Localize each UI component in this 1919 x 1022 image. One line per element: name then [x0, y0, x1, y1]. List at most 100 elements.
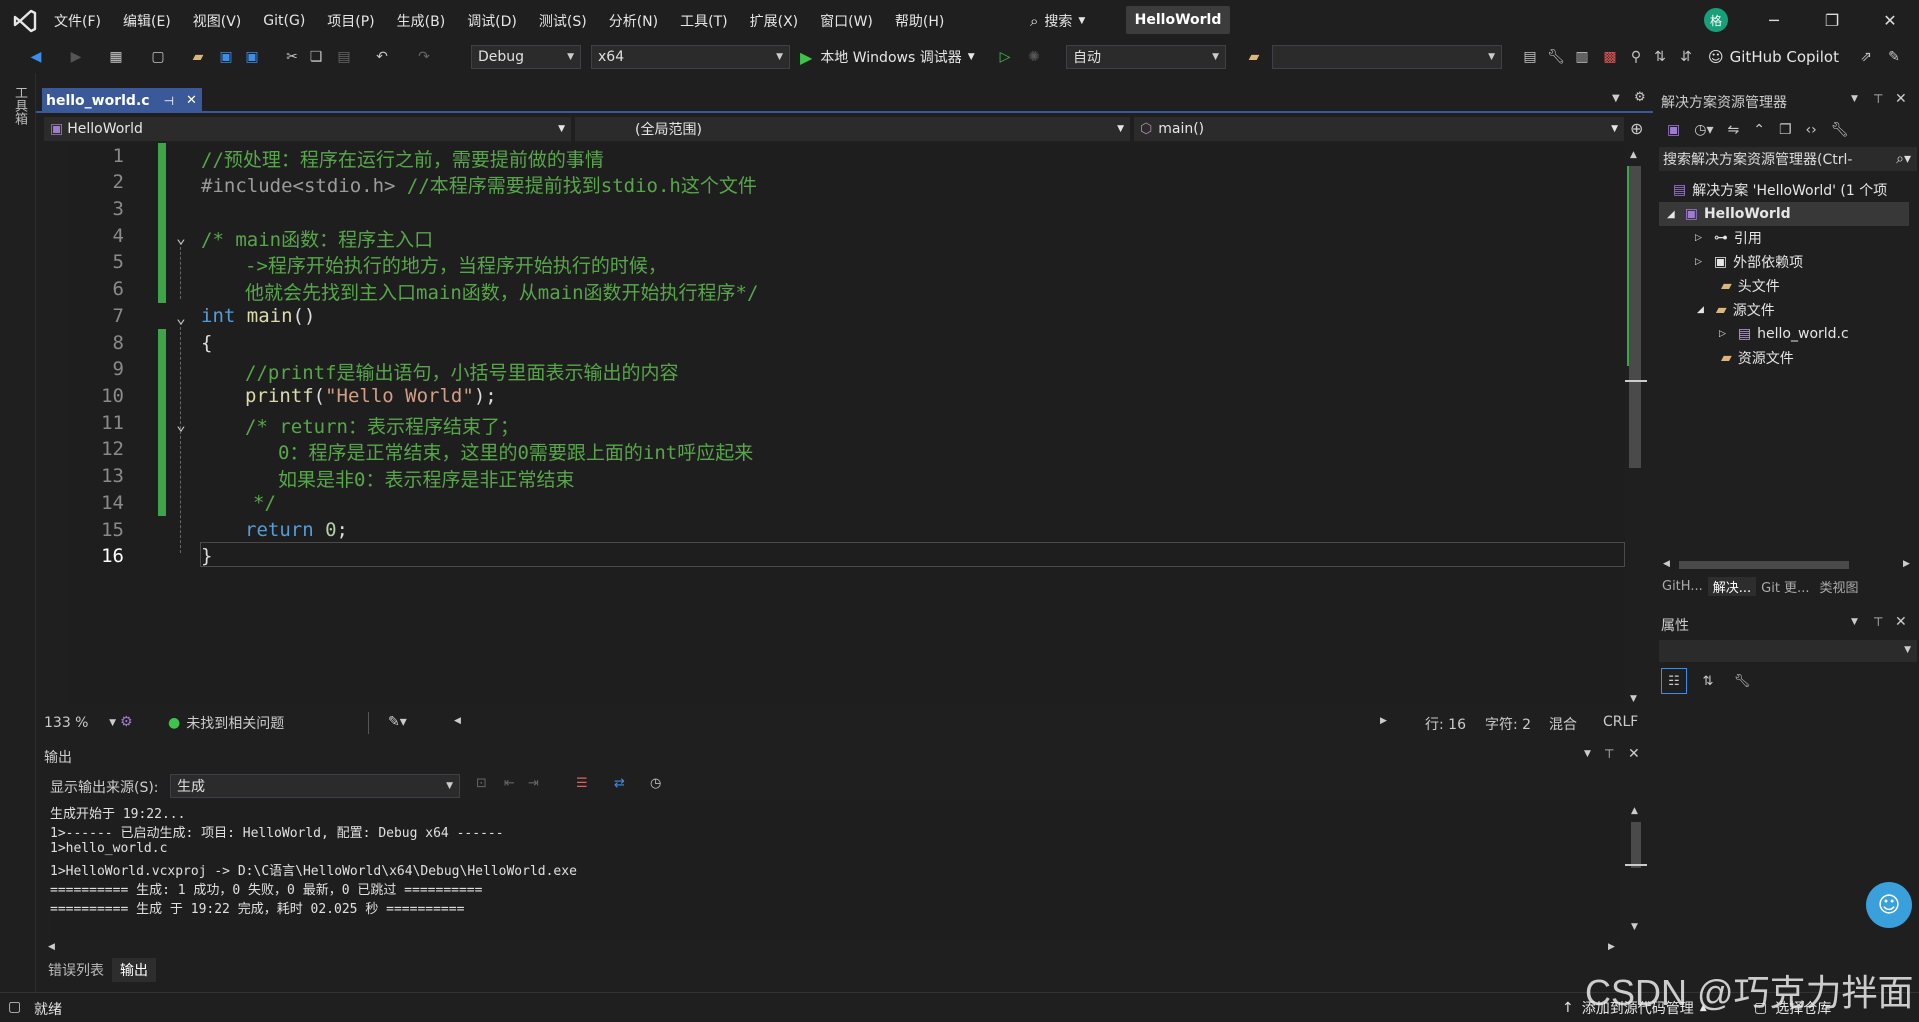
sort-icon[interactable]: ⇅ [1650, 47, 1670, 67]
categorized-icon[interactable]: ☷ [1661, 668, 1687, 694]
scroll-left-icon[interactable]: ◀ [454, 716, 461, 726]
solution-config-icon[interactable]: ▤ [1520, 47, 1540, 67]
undo-icon[interactable]: ↶ [372, 47, 392, 67]
save-all-icon[interactable]: ▣ [242, 47, 262, 67]
tab-output[interactable]: 输出 [112, 958, 156, 982]
cut-icon[interactable]: ✂ [282, 47, 302, 67]
scroll-right-icon[interactable]: ▶ [1903, 559, 1910, 569]
nav-function-select[interactable]: ⬡ main() ▼ [1134, 117, 1624, 141]
minimize-button[interactable]: ─ [1745, 0, 1803, 41]
code-editor[interactable]: 1 2 3 4 5 6 7 8 9 10 11 12 13 14 15 16 ⌄… [68, 143, 1625, 705]
close-icon[interactable]: ✕ [1628, 746, 1640, 762]
clear-all-icon[interactable]: ☰ [576, 776, 588, 791]
tree-references[interactable]: ▷ ⊶ 引用 [1695, 226, 1762, 250]
forward-icon[interactable]: ▶ [66, 47, 86, 67]
tab-github[interactable]: GitH... [1657, 579, 1708, 594]
scroll-left-icon[interactable]: ◀ [1663, 559, 1670, 569]
paste-icon[interactable]: ▤ [334, 47, 354, 67]
redo-icon[interactable]: ↷ [414, 47, 434, 67]
chevron-down-icon[interactable]: ▼ [1851, 617, 1858, 627]
pin-icon[interactable]: ⊤ [1604, 747, 1614, 761]
scroll-right-icon[interactable]: ▶ [1380, 716, 1387, 726]
wrench-icon[interactable]: 🔧︎ [1546, 47, 1566, 67]
code-view-icon[interactable]: ‹› [1806, 122, 1817, 138]
tab-list-icon[interactable]: ▼ [1612, 93, 1620, 104]
pin-icon[interactable]: ⊤ [1873, 92, 1883, 106]
word-wrap-icon[interactable]: ⇄ [614, 776, 625, 791]
history-icon[interactable]: ◷▾ [1694, 122, 1713, 138]
wrench-icon[interactable]: 🔧︎ [1831, 122, 1849, 138]
tree-hello-world-c[interactable]: ▷ ▤ hello_world.c [1719, 322, 1849, 346]
pin-icon[interactable]: ⊤ [1873, 615, 1883, 629]
menu-help[interactable]: 帮助(H) [884, 0, 955, 41]
clock-icon[interactable]: ◷ [650, 776, 661, 791]
property-pages-icon[interactable]: 🔧︎ [1729, 668, 1755, 694]
start-without-debug-icon[interactable]: ▷ [995, 47, 1015, 67]
output-scrollbar[interactable] [1625, 800, 1647, 936]
tab-solution[interactable]: 解决... [1707, 576, 1757, 596]
tree-header-files[interactable]: ▰ 头文件 [1721, 274, 1780, 298]
search-button[interactable]: ⌕ 搜索 ▼ [1022, 9, 1093, 33]
menu-file[interactable]: 文件(F) [43, 0, 112, 41]
config-select[interactable]: Debug ▼ [471, 45, 581, 69]
add-item-icon[interactable]: ▢ [148, 47, 168, 67]
notification-icon[interactable]: ▢ [8, 999, 21, 1015]
next-message-icon[interactable]: ⇥ [528, 776, 539, 791]
solution-hscrollbar[interactable]: ◀ ▶ [1659, 557, 1917, 573]
menu-edit[interactable]: 编辑(E) [112, 0, 182, 41]
scroll-down-icon[interactable]: ▼ [1631, 922, 1638, 932]
scrollbar-thumb[interactable] [1629, 166, 1641, 468]
close-button[interactable]: ✕ [1861, 0, 1919, 41]
scroll-up-icon[interactable]: ▲ [1631, 806, 1638, 816]
save-icon[interactable]: ▣ [216, 47, 236, 67]
browse-icon[interactable]: ▰ [1244, 47, 1264, 67]
tab-class-view[interactable]: 类视图 [1814, 577, 1863, 596]
find-message-icon[interactable]: ⊡ [476, 776, 487, 791]
chevron-down-icon[interactable]: ▼ [1851, 94, 1858, 104]
target-select[interactable]: ▼ [1272, 45, 1502, 69]
avatar[interactable]: 格 [1704, 8, 1728, 32]
filter-icon[interactable]: ⇵ [1676, 47, 1696, 67]
menu-tools[interactable]: 工具(T) [669, 0, 738, 41]
fold-chevron-icon[interactable]: ⌄ [172, 415, 190, 434]
platform-select[interactable]: x64 ▼ [591, 45, 790, 69]
feedback-icon[interactable]: ✎ [1884, 47, 1904, 67]
tab-hello-world[interactable]: hello_world.c ⊣ ✕ [42, 88, 202, 113]
start-debug-button[interactable]: ▶ 本地 Windows 调试器 ▼ [800, 45, 975, 69]
prev-message-icon[interactable]: ⇤ [504, 776, 515, 791]
scroll-right-icon[interactable]: ▶ [1608, 942, 1615, 952]
menu-window[interactable]: 窗口(W) [809, 0, 884, 41]
menu-test[interactable]: 测试(S) [528, 0, 598, 41]
github-copilot-button[interactable]: ☺ GitHub Copilot [1708, 45, 1839, 69]
split-icon[interactable]: ⊕ [1630, 119, 1643, 138]
eol-indicator[interactable]: CRLF [1603, 714, 1638, 730]
gear-icon[interactable]: ⚙ [1634, 90, 1646, 105]
auto-select[interactable]: 自动 ▼ [1066, 45, 1226, 69]
brush-icon[interactable]: ✎▾ [388, 714, 407, 730]
close-icon[interactable]: ✕ [1895, 91, 1907, 107]
char-indicator[interactable]: 字符: 2 [1485, 714, 1531, 734]
menu-project[interactable]: 项目(P) [316, 0, 385, 41]
issues-indicator[interactable]: ● 未找到相关问题 [168, 714, 284, 732]
hot-reload-icon[interactable]: ✺ [1024, 47, 1044, 67]
menu-analyze[interactable]: 分析(N) [598, 0, 669, 41]
menu-build[interactable]: 生成(B) [386, 0, 457, 41]
menu-debug[interactable]: 调试(D) [456, 0, 528, 41]
properties-object-select[interactable]: ▼ [1659, 640, 1917, 662]
menu-view[interactable]: 视图(V) [182, 0, 253, 41]
line-indicator[interactable]: 行: 16 [1425, 714, 1466, 734]
new-project-icon[interactable]: ▦ [106, 47, 126, 67]
close-icon[interactable]: ✕ [1895, 614, 1907, 630]
scroll-up-icon[interactable]: ▲ [1630, 150, 1637, 160]
output-text[interactable]: 生成开始于 19:22... 1>------ 已启动生成: 项目: Hello… [50, 800, 1620, 950]
output-hscrollbar[interactable]: ◀ ▶ [40, 940, 1625, 956]
menu-git[interactable]: Git(G) [252, 0, 316, 41]
share-icon[interactable]: ⇗ [1856, 47, 1876, 67]
toolbox-tab[interactable]: 工具箱 [10, 86, 29, 125]
copy-icon[interactable]: ❏ [306, 47, 326, 67]
fold-chevron-icon[interactable]: ⌄ [172, 228, 190, 247]
chevron-down-icon[interactable]: ▼ [1584, 749, 1591, 759]
tree-resource-files[interactable]: ▰ 资源文件 [1721, 346, 1794, 370]
tree-solution-root[interactable]: ▤ 解决方案 'HelloWorld' (1 个项 [1673, 178, 1887, 202]
live-share-icon[interactable]: ⚲ [1626, 47, 1646, 67]
